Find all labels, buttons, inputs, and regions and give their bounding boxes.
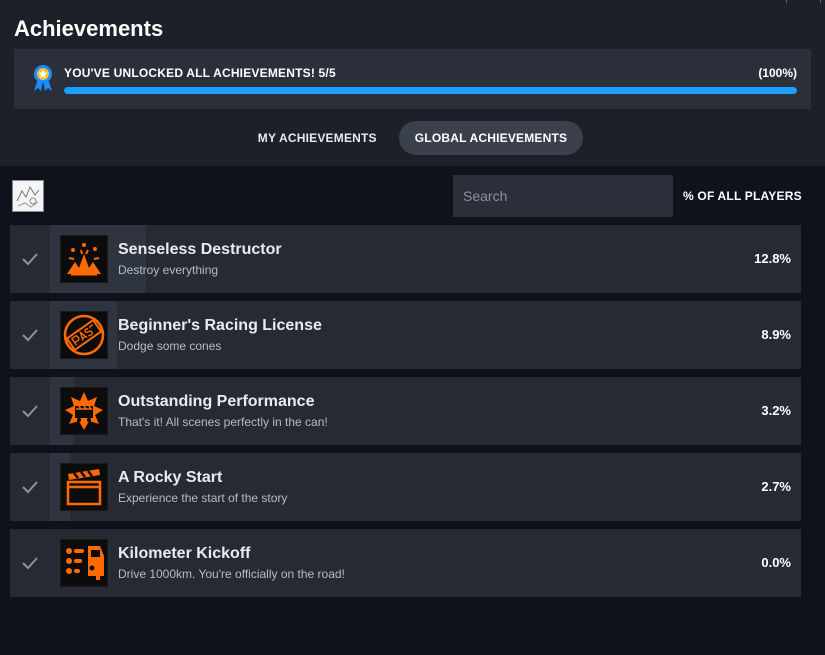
achievement-name: A Rocky Start: [118, 469, 223, 486]
achievement-row[interactable]: Beginner's Racing License Dodge some con…: [10, 301, 801, 369]
checkmark-icon: [22, 253, 38, 266]
window-edge-lines: [786, 0, 822, 3]
achievement-row[interactable]: Senseless Destructor Destroy everything …: [10, 225, 801, 293]
clapperboard-icon: [60, 463, 108, 511]
achievement-row[interactable]: Kilometer Kickoff Drive 1000km. You're o…: [10, 529, 801, 597]
achievement-row[interactable]: A Rocky Start Experience the start of th…: [10, 453, 801, 521]
achievement-row[interactable]: Outstanding Performance That's it! All s…: [10, 377, 801, 445]
unlock-summary-text: YOU'VE UNLOCKED ALL ACHIEVEMENTS! 5/5: [64, 66, 336, 80]
header-panel: Achievements YOU'VE UNLOCKED ALL ACHIEVE…: [0, 0, 825, 166]
achievement-description: That's it! All scenes perfectly in the c…: [118, 415, 328, 429]
achievement-percent: 0.0%: [761, 555, 791, 570]
checkmark-icon: [22, 329, 38, 342]
achievement-summary: YOU'VE UNLOCKED ALL ACHIEVEMENTS! 5/5 (1…: [14, 49, 811, 109]
achievement-percent: 8.9%: [761, 327, 791, 342]
checkmark-icon: [22, 481, 38, 494]
achievement-percent: 12.8%: [754, 251, 791, 266]
achievement-description: Experience the start of the story: [118, 491, 288, 505]
achievement-name: Senseless Destructor: [118, 241, 282, 258]
page-title: Achievements: [14, 16, 164, 41]
explosion-icon: [60, 235, 108, 283]
achievement-tabs: MY ACHIEVEMENTS GLOBAL ACHIEVEMENTS: [0, 121, 825, 155]
clapper-burst-icon: [60, 387, 108, 435]
achievement-name: Kilometer Kickoff: [118, 545, 251, 562]
checkmark-icon: [22, 557, 38, 570]
unlock-progress-bar: [64, 87, 797, 94]
medal-icon: [34, 65, 52, 91]
passed-stamp-icon: [60, 311, 108, 359]
achievement-percent: 2.7%: [761, 479, 791, 494]
unlock-percent: (100%): [758, 66, 797, 80]
achievement-percent: 3.2%: [761, 403, 791, 418]
column-header-percent: % OF ALL PLAYERS: [683, 189, 802, 203]
avatar-sketch-icon: [16, 185, 40, 208]
tab-global-achievements[interactable]: GLOBAL ACHIEVEMENTS: [398, 121, 584, 155]
achievement-description: Drive 1000km. You're officially on the r…: [118, 567, 345, 581]
search-input[interactable]: [453, 175, 673, 217]
avatar[interactable]: [12, 180, 44, 212]
achievement-name: Outstanding Performance: [118, 393, 315, 410]
car-odometer-icon: [60, 539, 108, 587]
achievement-description: Dodge some cones: [118, 339, 222, 353]
achievement-description: Destroy everything: [118, 263, 219, 277]
achievement-name: Beginner's Racing License: [118, 317, 322, 334]
checkmark-icon: [22, 405, 38, 418]
tab-my-achievements[interactable]: MY ACHIEVEMENTS: [242, 121, 393, 155]
unlock-progress-fill: [64, 87, 797, 94]
